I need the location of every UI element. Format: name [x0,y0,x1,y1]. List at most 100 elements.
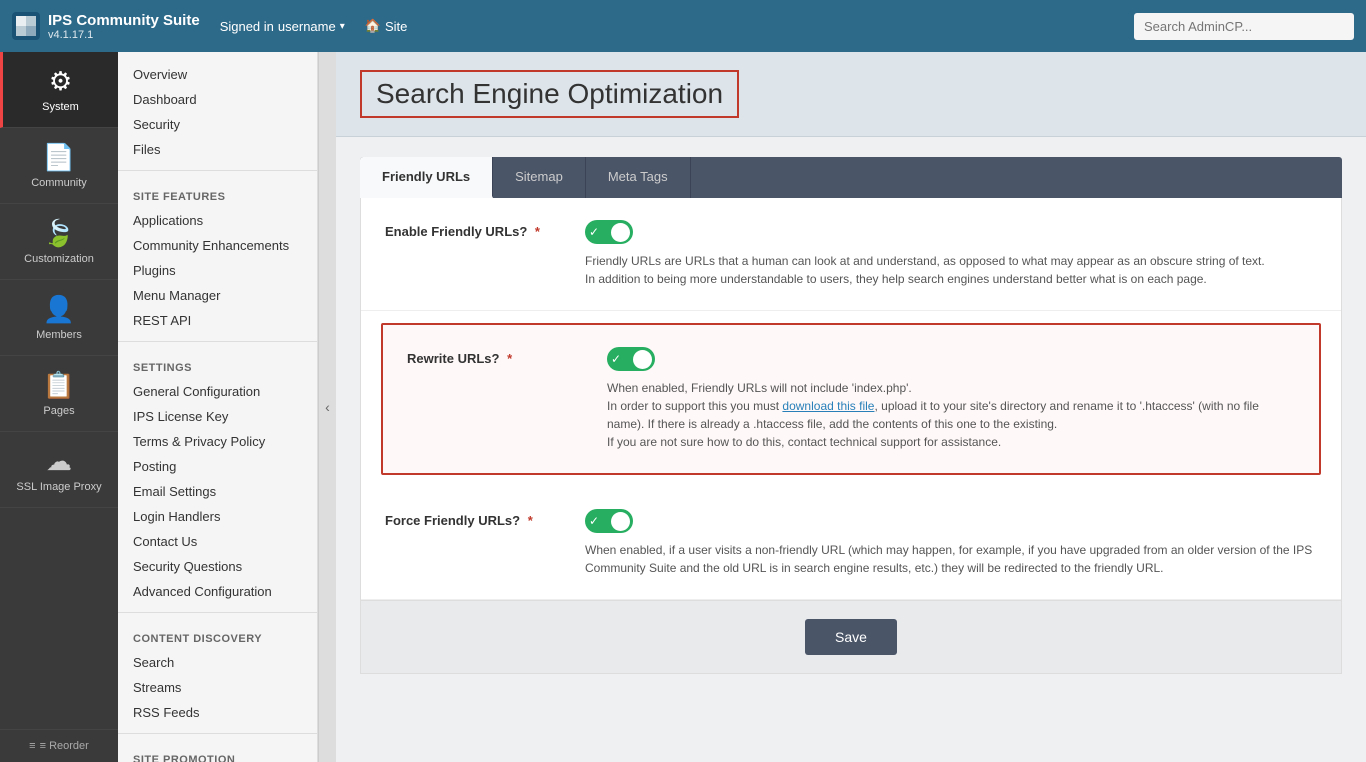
sidebar-link-overview[interactable]: Overview [118,62,317,87]
toggle-check-icon: ✓ [589,225,599,239]
page-header: Search Engine Optimization [336,52,1366,137]
sidebar-item-community[interactable]: 📄 Community [0,128,118,204]
sidebar-divider-3 [118,612,317,613]
save-bar: Save [361,600,1341,673]
pages-icon: 📋 [43,370,75,401]
form-row-force-friendly-urls: Force Friendly URLs? * ✓ When enabled, i… [361,487,1341,600]
icon-sidebar: ⚙ System 📄 Community 🍃 Customization 👤 M… [0,52,118,762]
app-version: v4.1.17.1 [48,29,200,41]
sidebar-link-plugins[interactable]: Plugins [118,258,317,283]
label-rewrite-urls: Rewrite URLs? * [407,347,607,366]
sidebar-section-site-features: Site Features [118,179,317,208]
signed-in-label: Signed in username ▾ [220,19,345,34]
sidebar-item-ssl-image-proxy[interactable]: ☁ SSL Image Proxy [0,432,118,508]
reorder-icon: ≡ [29,740,35,752]
sidebar-link-ips-license-key[interactable]: IPS License Key [118,404,317,429]
control-force-friendly-urls: ✓ When enabled, if a user visits a non-f… [585,509,1317,577]
label-force-friendly-urls: Force Friendly URLs? * [385,509,585,528]
sidebar-link-community-enhancements[interactable]: Community Enhancements [118,233,317,258]
toggle-rewrite-urls[interactable]: ✓ [607,347,655,371]
sidebar-item-customization[interactable]: 🍃 Customization [0,204,118,280]
label-enable-friendly-urls: Enable Friendly URLs? * [385,220,585,239]
control-enable-friendly-urls: ✓ Friendly URLs are URLs that a human ca… [585,220,1317,288]
toggle-container-rewrite-urls: ✓ [607,347,1295,371]
user-dropdown-icon[interactable]: ▾ [340,21,345,32]
sidebar-item-pages-label: Pages [43,405,74,417]
sidebar-item-members-label: Members [36,329,82,341]
sidebar-link-files[interactable]: Files [118,137,317,162]
username: username [278,19,336,34]
members-icon: 👤 [43,294,75,325]
sidebar-link-terms-privacy[interactable]: Terms & Privacy Policy [118,429,317,454]
sidebar-link-security-questions[interactable]: Security Questions [118,554,317,579]
tab-friendly-urls[interactable]: Friendly URLs [360,157,493,198]
sidebar-link-rss-feeds[interactable]: RSS Feeds [118,700,317,725]
sidebar-link-security[interactable]: Security [118,112,317,137]
sidebar-item-community-label: Community [31,177,87,189]
ssl-icon: ☁ [46,446,72,477]
page-title: Search Engine Optimization [376,78,723,110]
sidebar-divider-1 [118,170,317,171]
sidebar-item-system-label: System [42,101,79,113]
tab-sitemap[interactable]: Sitemap [493,157,586,198]
community-icon: 📄 [43,142,75,173]
sidebar-link-dashboard[interactable]: Dashboard [118,87,317,112]
search-input[interactable] [1134,13,1354,40]
description-force-friendly-urls: When enabled, if a user visits a non-fri… [585,541,1317,577]
sidebar-divider-4 [118,733,317,734]
sidebar-section-content-discovery: Content Discovery [118,621,317,650]
home-icon: 🏠 [365,18,381,34]
sidebar-link-streams[interactable]: Streams [118,675,317,700]
sidebar-link-rest-api[interactable]: REST API [118,308,317,333]
save-button[interactable]: Save [805,619,897,655]
app-name: IPS Community Suite [48,12,200,29]
sidebar-item-members[interactable]: 👤 Members [0,280,118,356]
sidebar-divider-2 [118,341,317,342]
toggle-enable-friendly-urls[interactable]: ✓ [585,220,633,244]
top-nav: Signed in username ▾ 🏠 Site [220,18,1134,34]
sidebar-section-settings: Settings [118,350,317,379]
sidebar-link-search[interactable]: Search [118,650,317,675]
form-row-rewrite-urls: Rewrite URLs? * ✓ When enabled, Friendly… [381,323,1321,475]
description-enable-friendly-urls: Friendly URLs are URLs that a human can … [585,252,1317,288]
sidebar-link-general-configuration[interactable]: General Configuration [118,379,317,404]
sidebar-link-applications[interactable]: Applications [118,208,317,233]
toggle-force-friendly-urls[interactable]: ✓ [585,509,633,533]
sidebar-collapse-button[interactable]: ‹ [318,52,336,762]
text-sidebar: Overview Dashboard Security Files Site F… [118,52,318,762]
highlighted-wrapper: Rewrite URLs? * ✓ When enabled, Friendly… [361,323,1341,475]
toggle-container-force-friendly-urls: ✓ [585,509,1317,533]
sidebar-item-ssl-label: SSL Image Proxy [16,481,101,493]
sidebar-link-advanced-configuration[interactable]: Advanced Configuration [118,579,317,604]
form-row-enable-friendly-urls: Enable Friendly URLs? * ✓ Friendly URLs … [361,198,1341,311]
tab-meta-tags[interactable]: Meta Tags [586,157,691,198]
site-link[interactable]: 🏠 Site [365,18,408,34]
sidebar-link-email-settings[interactable]: Email Settings [118,479,317,504]
toggle-knob-3 [611,512,630,531]
sidebar-link-login-handlers[interactable]: Login Handlers [118,504,317,529]
toggle-container-enable-friendly-urls: ✓ [585,220,1317,244]
main-layout: ⚙ System 📄 Community 🍃 Customization 👤 M… [0,52,1366,762]
sidebar-item-pages[interactable]: 📋 Pages [0,356,118,432]
sidebar-link-menu-manager[interactable]: Menu Manager [118,283,317,308]
customization-icon: 🍃 [43,218,75,249]
page-title-box: Search Engine Optimization [360,70,739,118]
toggle-check-icon-2: ✓ [611,352,621,366]
tabs-bar: Friendly URLs Sitemap Meta Tags [360,157,1342,198]
sidebar-link-posting[interactable]: Posting [118,454,317,479]
control-rewrite-urls: ✓ When enabled, Friendly URLs will not i… [607,347,1295,451]
download-link[interactable]: download this file [782,399,874,413]
sidebar-item-customization-label: Customization [24,253,94,265]
description-rewrite-urls: When enabled, Friendly URLs will not inc… [607,379,1295,451]
content-area: Search Engine Optimization Friendly URLs… [336,52,1366,762]
toggle-knob-2 [633,350,652,369]
system-icon: ⚙ [49,66,72,97]
sidebar-section-site-promotion: Site Promotion [118,742,317,762]
admin-search[interactable] [1134,13,1354,40]
toggle-knob [611,223,630,242]
tab-content: Enable Friendly URLs? * ✓ Friendly URLs … [360,198,1342,674]
reorder-button[interactable]: ≡ ≡ Reorder [0,729,118,762]
sidebar-link-contact-us[interactable]: Contact Us [118,529,317,554]
sidebar-item-system[interactable]: ⚙ System [0,52,118,128]
top-bar: IPS Community Suite v4.1.17.1 Signed in … [0,0,1366,52]
